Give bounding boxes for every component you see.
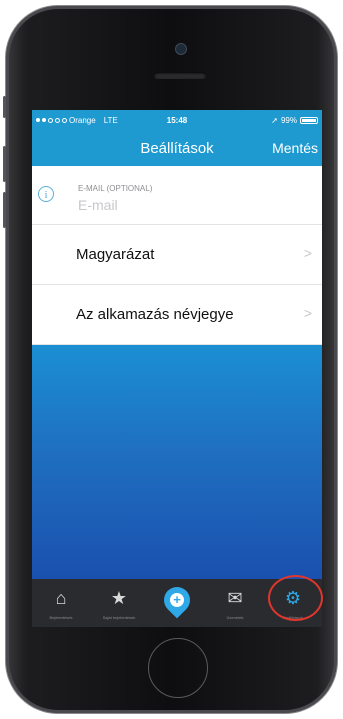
status-time: 15:48 (166, 115, 188, 125)
page-title: Beállítások (140, 139, 214, 157)
list-item-label: Az alkamazás névjegye (76, 306, 234, 323)
mail-icon: ✉ (227, 588, 243, 608)
tab-my-reports[interactable]: ★ Saját bejelentések (90, 579, 148, 627)
front-camera (176, 44, 186, 54)
phone-screen: Orange LTE 15:48 ➚ 99% Beállítások Menté… (32, 110, 322, 627)
battery-fill (302, 118, 316, 122)
battery-icon (300, 116, 318, 124)
save-button[interactable]: Mentés (272, 140, 318, 156)
plus-icon: + (170, 592, 184, 607)
mute-switch (3, 96, 6, 118)
home-icon: ⌂ (55, 588, 67, 608)
navigation-bar: Beállítások Mentés (32, 130, 322, 166)
list-item-label: Magyarázat (76, 246, 155, 263)
tab-label: Bejelentések (49, 615, 73, 620)
home-button[interactable] (148, 638, 208, 698)
background-area (32, 345, 322, 584)
highlight-circle (268, 575, 323, 621)
tab-reports[interactable]: ⌂ Bejelentések (32, 579, 90, 627)
volume-up-button (3, 146, 6, 182)
chevron-right-icon: > (303, 305, 312, 321)
email-field[interactable] (76, 196, 300, 214)
status-bar: Orange LTE 15:48 ➚ 99% (32, 110, 322, 130)
chevron-right-icon: > (303, 245, 312, 261)
email-row: i E-MAIL (OPTIONAL) (32, 166, 322, 225)
tab-messages[interactable]: ✉ Üzenetek (206, 579, 264, 627)
tab-add-report[interactable]: + (148, 579, 206, 627)
volume-down-button (3, 192, 6, 228)
tab-label: Saját bejelentések (102, 615, 136, 620)
email-label: E-MAIL (OPTIONAL) (78, 184, 153, 193)
settings-list: i E-MAIL (OPTIONAL) Magyarázat > Az alka… (32, 166, 322, 345)
list-item-explanation[interactable]: Magyarázat > (32, 225, 322, 285)
tab-label: Üzenetek (226, 615, 244, 620)
info-icon[interactable]: i (38, 186, 54, 202)
star-icon: ★ (110, 588, 128, 608)
earpiece-speaker (154, 72, 206, 79)
list-item-about[interactable]: Az alkamazás névjegye > (32, 285, 322, 345)
add-pin-icon: + (158, 581, 196, 619)
